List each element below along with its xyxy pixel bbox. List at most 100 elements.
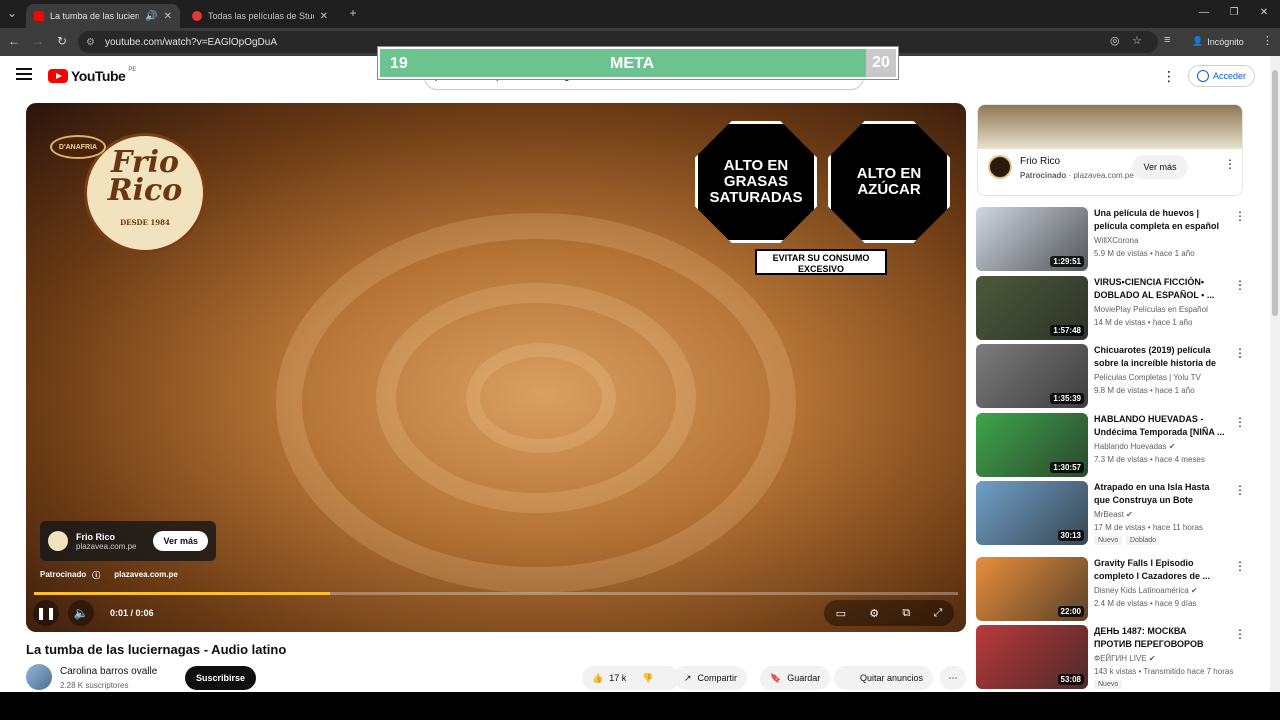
rec-channel[interactable]: MrBeast ✔ [1094,510,1133,519]
rec-channel[interactable]: Hablando Huevadas ✔ [1094,442,1175,451]
rec-meta: 143 k vistas • Transmitido hace 7 horas [1094,667,1234,676]
tab-search-icon[interactable]: ⌄ [4,6,20,20]
video-thumbnail[interactable]: 1:30:57 [976,413,1088,477]
channel-name[interactable]: Carolina barros ovalle [60,666,157,677]
tab-title: Todas las películas de Studio Gh [208,11,314,21]
rec-menu-icon[interactable]: ⋮ [1234,627,1246,641]
list-item[interactable]: 22:00 Gravity Falls l Episodio completo … [976,557,1246,621]
list-item[interactable]: 1:30:57 HABLANDO HUEVADAS - Undécima Tem… [976,413,1246,477]
signin-button[interactable]: Acceder [1188,65,1256,87]
video-thumbnail[interactable]: 1:35:39 [976,344,1088,408]
more-actions-button[interactable]: ⋯ [940,666,966,690]
reload-icon[interactable]: ↻ [54,34,70,48]
like-count[interactable]: 17 k [609,673,626,683]
taskbar-strip [0,692,1280,720]
rec-menu-icon[interactable]: ⋮ [1234,483,1246,497]
miniplayer-icon[interactable]: ⧉ [902,607,910,620]
pause-icon[interactable]: ❚❚ [33,600,59,626]
video-thumbnail[interactable]: 30:13 [976,481,1088,545]
rec-title[interactable]: Atrapado en una Isla Hasta que Construya… [1094,481,1226,507]
sidebar-ad[interactable]: Frio Rico Patrocinado · plazavea.com.pe … [977,104,1243,196]
rec-menu-icon[interactable]: ⋮ [1234,278,1246,292]
dislike-icon[interactable]: 👎 [642,673,653,684]
bookmark-star-icon[interactable]: ☆ [1132,34,1142,47]
list-item[interactable]: 30:13 Atrapado en una Isla Hasta que Con… [976,481,1246,545]
rec-channel[interactable]: MoviePlay Películas en Español [1094,305,1208,314]
back-icon[interactable]: ← [6,34,22,48]
rec-channel[interactable]: ФЕЙГИН LIVE ✔ [1094,654,1156,663]
video-thumbnail[interactable]: 22:00 [976,557,1088,621]
sponsored-site-link[interactable]: plazavea.com.pe [114,570,178,581]
rec-channel[interactable]: Disney Kids Latinoamérica ✔ [1094,586,1198,595]
menu-icon[interactable] [16,68,32,80]
video-thumbnail[interactable]: 1:57:48 [976,276,1088,340]
minimize-icon[interactable]: — [1192,7,1216,18]
site-info-icon[interactable]: ⚙ [86,37,95,48]
new-badge: Nuevo [1094,680,1123,689]
forward-icon[interactable]: → [30,34,46,48]
list-item[interactable]: 1:35:39 Chicuarotes (2019) película sobr… [976,344,1246,408]
close-window-icon[interactable]: ✕ [1252,7,1276,18]
list-item[interactable]: 53:08 ДЕНЬ 1487: МОСКВА ПРОТИВ ПЕРЕГОВОР… [976,625,1246,689]
rec-title[interactable]: Gravity Falls l Episodio completo l Caza… [1094,557,1226,583]
remove-ads-label: Quitar anuncios [860,673,924,683]
signin-label: Acceder [1213,71,1247,81]
video-thumbnail[interactable]: 53:08 [976,625,1088,689]
subtitles-icon[interactable]: ▭ [836,607,846,620]
ad-more-button[interactable]: Ver más [1132,155,1188,179]
page-scrollbar[interactable] [1270,56,1280,692]
warning-text: ALTO EN GRASAS SATURADAS [709,157,803,206]
close-tab-icon[interactable]: ✕ [164,11,172,22]
rec-title[interactable]: VIRUS▪CIENCIA FICCIÓN▪ DOBLADO AL ESPAÑO… [1094,276,1226,302]
restore-icon[interactable]: ❐ [1222,7,1246,18]
subscribe-button[interactable]: Suscribirse [185,666,257,690]
remove-ads-button[interactable]: Quitar anuncios [834,666,934,690]
dubbed-badge: Doblado [1126,536,1161,545]
ad-more-button[interactable]: Ver más [153,531,208,551]
youtube-logo[interactable]: YouTube PE [48,67,136,84]
info-icon[interactable]: ⓘ [92,570,100,581]
rec-menu-icon[interactable]: ⋮ [1234,346,1246,360]
browser-menu-icon[interactable]: ⋮ [1262,34,1273,47]
brand-since: DESDE 1984 [120,218,170,227]
video-thumbnail[interactable]: 1:29:51 [976,207,1088,271]
close-tab-icon[interactable]: ✕ [320,11,328,22]
rec-menu-icon[interactable]: ⋮ [1234,559,1246,573]
rec-title[interactable]: HABLANDO HUEVADAS - Undécima Temporada [… [1094,413,1226,439]
tab-inactive[interactable]: Todas las películas de Studio Gh ✕ [184,4,336,28]
ad-card[interactable]: Frio Rico plazavea.com.pe Ver más [40,521,216,561]
share-label: Compartir [697,673,738,683]
sidebar-ad-banner[interactable] [978,105,1242,149]
rec-title[interactable]: Chicuarotes (2019) película sobre la inc… [1094,344,1226,370]
video-player[interactable]: Frio Rico DESDE 1984 D'ANAFRIA ALTO EN G… [26,103,966,632]
rec-title[interactable]: ДЕНЬ 1487: МОСКВА ПРОТИВ ПЕРЕГОВОРОВ @Ку… [1094,625,1226,651]
fullscreen-icon[interactable]: ⤢ [934,607,943,620]
subscriber-count: 2.28 K suscriptores [60,681,129,690]
tracking-off-icon[interactable]: ◎ [1110,34,1120,47]
save-button[interactable]: 🔖 Guardar [760,666,831,690]
like-icon[interactable]: 👍 [592,673,603,684]
tab-title: La tumba de las luciernagas [50,11,139,21]
new-tab-button[interactable]: + [345,6,361,20]
progress-bar[interactable] [34,592,958,595]
rec-menu-icon[interactable]: ⋮ [1234,415,1246,429]
rec-menu-icon[interactable]: ⋮ [1234,209,1246,223]
rec-channel[interactable]: Películas Completas | Yolu TV [1094,373,1201,382]
rec-channel[interactable]: WillXCorona [1094,236,1138,245]
scrollbar-thumb[interactable] [1272,70,1278,316]
share-button[interactable]: ↗ Compartir [674,666,748,690]
channel-avatar[interactable] [26,664,52,690]
settings-menu-icon[interactable]: ⋮ [1162,68,1176,85]
media-controls-icon[interactable]: ≡ [1164,34,1170,46]
like-dislike-group: 👍 17 k 👎 [582,666,680,690]
list-item[interactable]: 1:57:48 VIRUS▪CIENCIA FICCIÓN▪ DOBLADO A… [976,276,1246,340]
ad-menu-icon[interactable]: ⋮ [1224,157,1236,171]
tab-active[interactable]: La tumba de las luciernagas 🔊 ✕ [26,4,180,28]
meta-left-number: 19 [390,55,408,72]
rec-title[interactable]: Una película de huevos | película comple… [1094,207,1226,233]
volume-icon[interactable]: 🔈 [68,600,94,626]
incognito-indicator[interactable]: 👤 Incógnito [1192,36,1244,47]
list-item[interactable]: 1:29:51 Una película de huevos | películ… [976,207,1246,271]
url-text[interactable]: youtube.com/watch?v=EAGlOpOgDuA [105,37,277,48]
settings-gear-icon[interactable]: ⚙ [869,607,879,620]
